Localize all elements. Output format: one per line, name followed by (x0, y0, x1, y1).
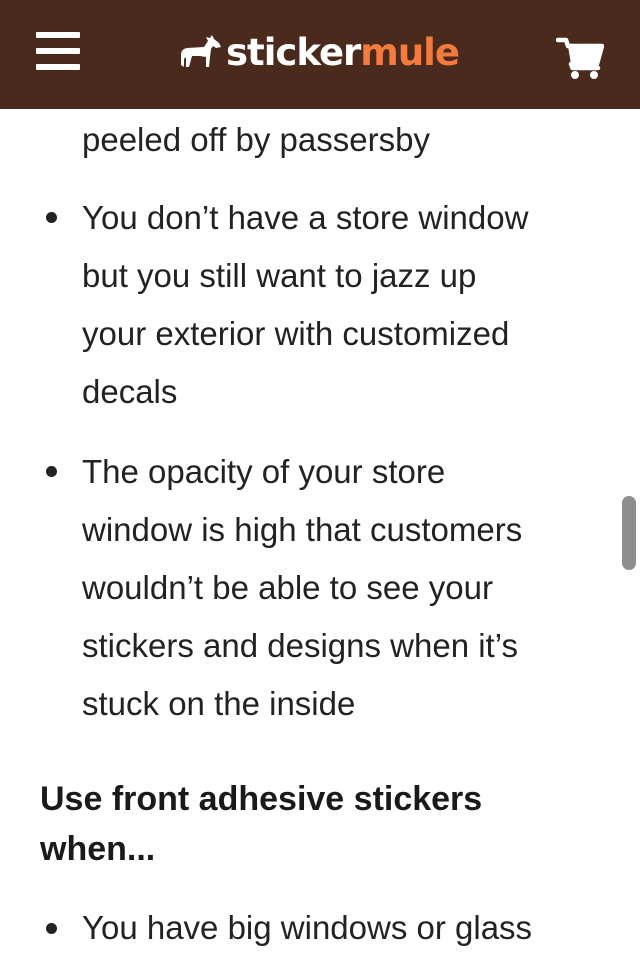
sticker-mule-logo[interactable]: stickermule (178, 30, 460, 76)
heading-line: Use front adhesive stickers (40, 780, 483, 818)
section-heading: Use front adhesive stickers when... (40, 774, 580, 874)
list-item-text: You have big windows or glass (82, 899, 602, 957)
logo-text-sticker: sticker (226, 31, 361, 74)
text-line: decals (82, 373, 178, 410)
text-line: but you still want to jazz up (82, 257, 477, 294)
cart-svg (555, 37, 605, 79)
hamburger-menu-icon[interactable] (36, 32, 82, 74)
mule-logo-icon (181, 35, 221, 67)
text-line: The opacity of your store (82, 453, 446, 490)
text-line: You have big windows or glass (82, 909, 533, 946)
scrollbar-thumb[interactable] (622, 496, 636, 570)
text-line: wouldn’t be able to see your (82, 569, 493, 606)
shopping-cart-icon[interactable] (555, 36, 605, 80)
text-line: window is high that customers (82, 511, 523, 548)
list-item-text: The opacity of your store window is high… (82, 443, 602, 733)
bullet-dot-icon (46, 212, 57, 223)
text-line: You don’t have a store window (82, 199, 529, 236)
bullet-dot-icon (46, 466, 57, 477)
list-item-continued-text: peeled off by passersby (82, 121, 430, 158)
logo-text-mule: mule (360, 31, 460, 74)
text-line: your exterior with customized (82, 315, 510, 352)
text-line: stuck on the inside (82, 685, 356, 722)
text-line: stickers and designs when it’s (82, 627, 518, 664)
logo-wordmark: stickermule (226, 30, 460, 76)
bullet-dot-icon (46, 923, 57, 934)
top-header: stickermule (0, 0, 640, 109)
heading-line: when... (40, 830, 156, 868)
list-item-text: You don’t have a store window but you st… (82, 189, 602, 421)
